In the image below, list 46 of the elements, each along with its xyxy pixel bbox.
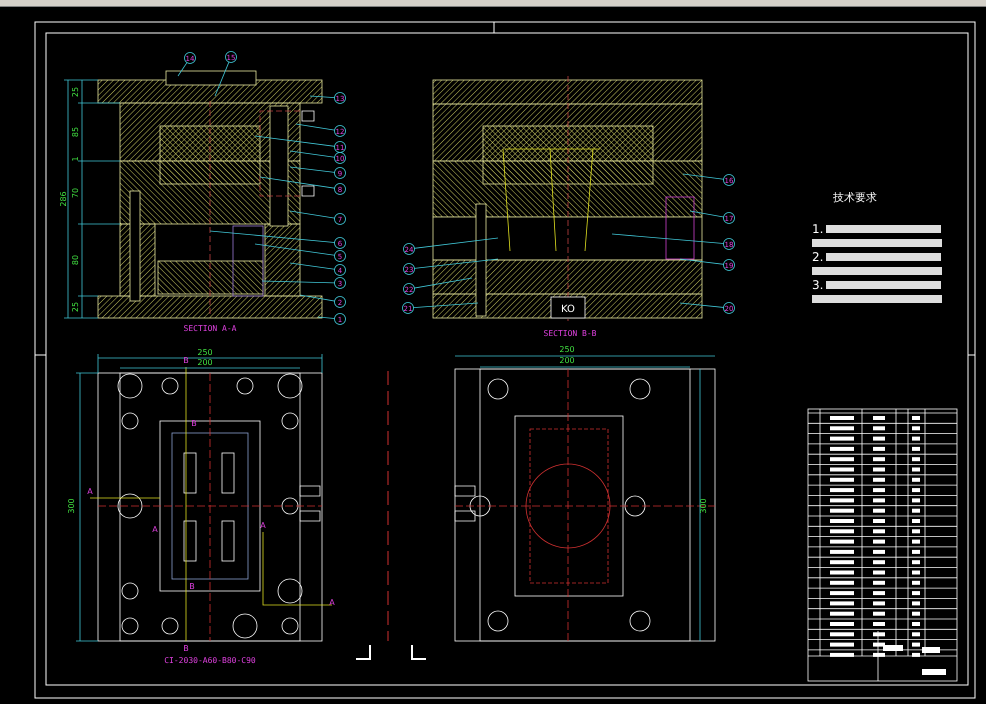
dimension-text: 80 [71,254,80,266]
leader-line [290,262,335,270]
section-mark: A [329,598,335,607]
dimension-text: 286 [59,191,68,207]
dimension-text: 25 [71,302,80,312]
dimension-text: 200 [197,358,213,367]
leader-line [178,62,188,76]
section-mark: A [152,525,158,534]
dimension-text: 1 [71,156,80,162]
leader-line [680,258,724,265]
section-title: SECTION B-B [544,329,596,338]
dimension-text: 250 [197,348,213,357]
knockout-label: KO [561,304,575,315]
leader-line [290,166,335,173]
leader-line [682,174,724,180]
requirement-number: 2. [812,250,824,264]
section-mark: B [189,582,195,591]
requirements-title: 技术要求 [833,191,877,204]
leader-line [300,294,335,302]
dimension-text: 70 [71,188,80,198]
leader-line [414,278,472,288]
leader-line [690,210,724,218]
section-mark: A [260,521,266,530]
view-corner-marks [355,644,427,660]
dimension-text: 300 [67,498,76,514]
leader-line [318,316,335,319]
leader-line [310,96,335,98]
dimension-text: 25 [71,86,80,98]
requirement-number: 3. [812,278,824,292]
section-mark: B [183,644,189,653]
section-mark: A [87,487,93,496]
leader-line [290,150,335,158]
dimension-text: 250 [559,345,575,354]
dimension-text: 300 [699,498,708,514]
leader-line [214,62,230,96]
requirement-number: 1. [812,222,824,236]
leader-line [296,124,335,131]
dimension-text: 200 [559,356,575,365]
leader-line [290,210,335,219]
section-mark: B [191,419,197,428]
leader-line [413,302,478,308]
dimension-text: 85 [71,126,80,138]
mold-base-code: CI-2030-A60-B80-C90 [164,656,256,665]
leader-line [680,302,724,308]
section-title: SECTION A-A [184,324,236,333]
section-mark: B [183,356,189,365]
